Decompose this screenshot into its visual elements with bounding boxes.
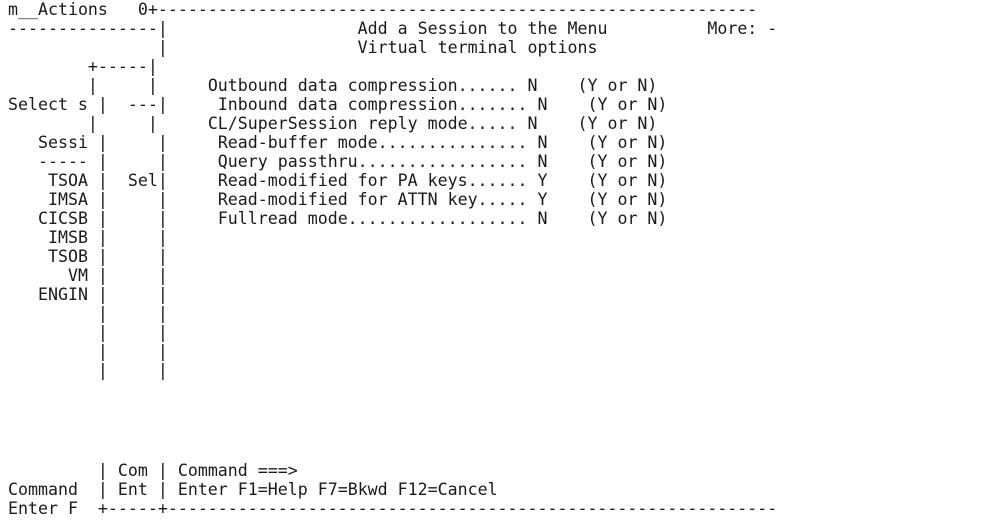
session-item: TSOB [47, 247, 88, 266]
frame-row: | | [8, 323, 168, 342]
panel-title: Add a Session to the Menu [357, 19, 608, 38]
frame-row: IMSB | | [47, 228, 168, 247]
option-hint: (Y or N) [587, 171, 668, 190]
option-row: TSOA | Sel| Read-modified for PA keys...… [47, 171, 668, 190]
option-hint: (Y or N) [577, 76, 658, 95]
option-value-input[interactable]: N [538, 152, 548, 171]
session-item: IMSA [47, 190, 88, 209]
frame-row: | | [8, 361, 168, 380]
option-value-input[interactable]: N [538, 209, 548, 228]
sessions-header: Sessi [37, 133, 88, 152]
terminal-screen: m__Actions 0+---------------------------… [0, 0, 996, 523]
option-value-input[interactable]: N [538, 133, 548, 152]
option-label: Inbound data compression....... [217, 95, 528, 114]
action-field[interactable]: m__ [8, 0, 38, 19]
panel-subtitle: Virtual terminal options [357, 38, 598, 57]
option-value-input[interactable]: Y [538, 190, 548, 209]
actions-menu[interactable]: Actions [38, 0, 108, 19]
option-row: Sessi | | Read-buffer mode..............… [37, 133, 668, 152]
title-row: ---------------| Add a Session to the Me… [8, 19, 777, 38]
option-row: | | Outbound data compression...... N (Y… [8, 76, 658, 95]
border-bottom: +-----+---------------------------------… [77, 499, 778, 518]
option-hint: (Y or N) [587, 209, 668, 228]
option-label: Read-buffer mode............... [217, 133, 528, 152]
frame-row: +-----| [8, 57, 158, 76]
command-input[interactable] [298, 461, 618, 480]
frame-row: TSOB | | [47, 247, 168, 266]
subtitle-row: | Virtual terminal options [8, 38, 598, 57]
action-bar-row: m__Actions 0+---------------------------… [8, 0, 757, 19]
frame-row: ENGIN | | [37, 285, 168, 304]
option-hint: (Y or N) [577, 114, 658, 133]
enter-text: Enter F [8, 499, 78, 518]
option-label: Read-modified for PA keys...... [217, 171, 528, 190]
more-indicator: More: - [707, 19, 778, 38]
border-top: 0+--------------------------------------… [107, 0, 758, 19]
option-label: Query passthru................. [217, 152, 528, 171]
option-hint: (Y or N) [587, 190, 668, 209]
option-hint: (Y or N) [587, 133, 668, 152]
separator: ---------------| [8, 19, 358, 38]
option-hint: (Y or N) [587, 95, 668, 114]
option-label: CL/SuperSession reply mode..... [207, 114, 518, 133]
option-label: Read-modified for ATTN key..... [217, 190, 528, 209]
option-value-input[interactable]: N [528, 76, 538, 95]
option-label: Outbound data compression...... [207, 76, 518, 95]
option-row: | | CL/SuperSession reply mode..... N (Y… [8, 114, 658, 133]
command-label: Command [8, 480, 78, 499]
option-row: ----- | | Query passthru................… [8, 152, 668, 171]
option-row: CICSB | | Fullread mode.................… [37, 209, 668, 228]
option-row: Select s | ---| Inbound data compression… [8, 95, 668, 114]
f7-backward-key[interactable]: F7=Bkwd [318, 480, 388, 499]
command-prompt: Command ===> [177, 461, 298, 480]
frame-row: | | [8, 304, 168, 323]
bottom-row: Enter F +-----+-------------------------… [8, 499, 777, 518]
session-item: ENGIN [37, 285, 88, 304]
command-row: | Com | Command ===> [8, 461, 617, 480]
session-item: VM [67, 266, 88, 285]
option-value-input[interactable]: N [538, 95, 548, 114]
f1-help-key[interactable]: F1=Help [238, 480, 308, 499]
frame-row: | | [8, 342, 168, 361]
function-key-row: Command | Ent | Enter F1=Help F7=Bkwd F1… [8, 480, 498, 499]
option-row: IMSA | | Read-modified for ATTN key.....… [47, 190, 668, 209]
frame-row: VM | | [67, 266, 168, 285]
f12-cancel-key[interactable]: F12=Cancel [398, 480, 498, 499]
option-hint: (Y or N) [587, 152, 668, 171]
session-item: IMSB [47, 228, 88, 247]
session-item: TSOA [47, 171, 88, 190]
option-label: Fullread mode.................. [217, 209, 528, 228]
select-text: Select s [8, 95, 88, 114]
session-item: CICSB [37, 209, 88, 228]
option-value-input[interactable]: Y [538, 171, 548, 190]
option-value-input[interactable]: N [528, 114, 538, 133]
